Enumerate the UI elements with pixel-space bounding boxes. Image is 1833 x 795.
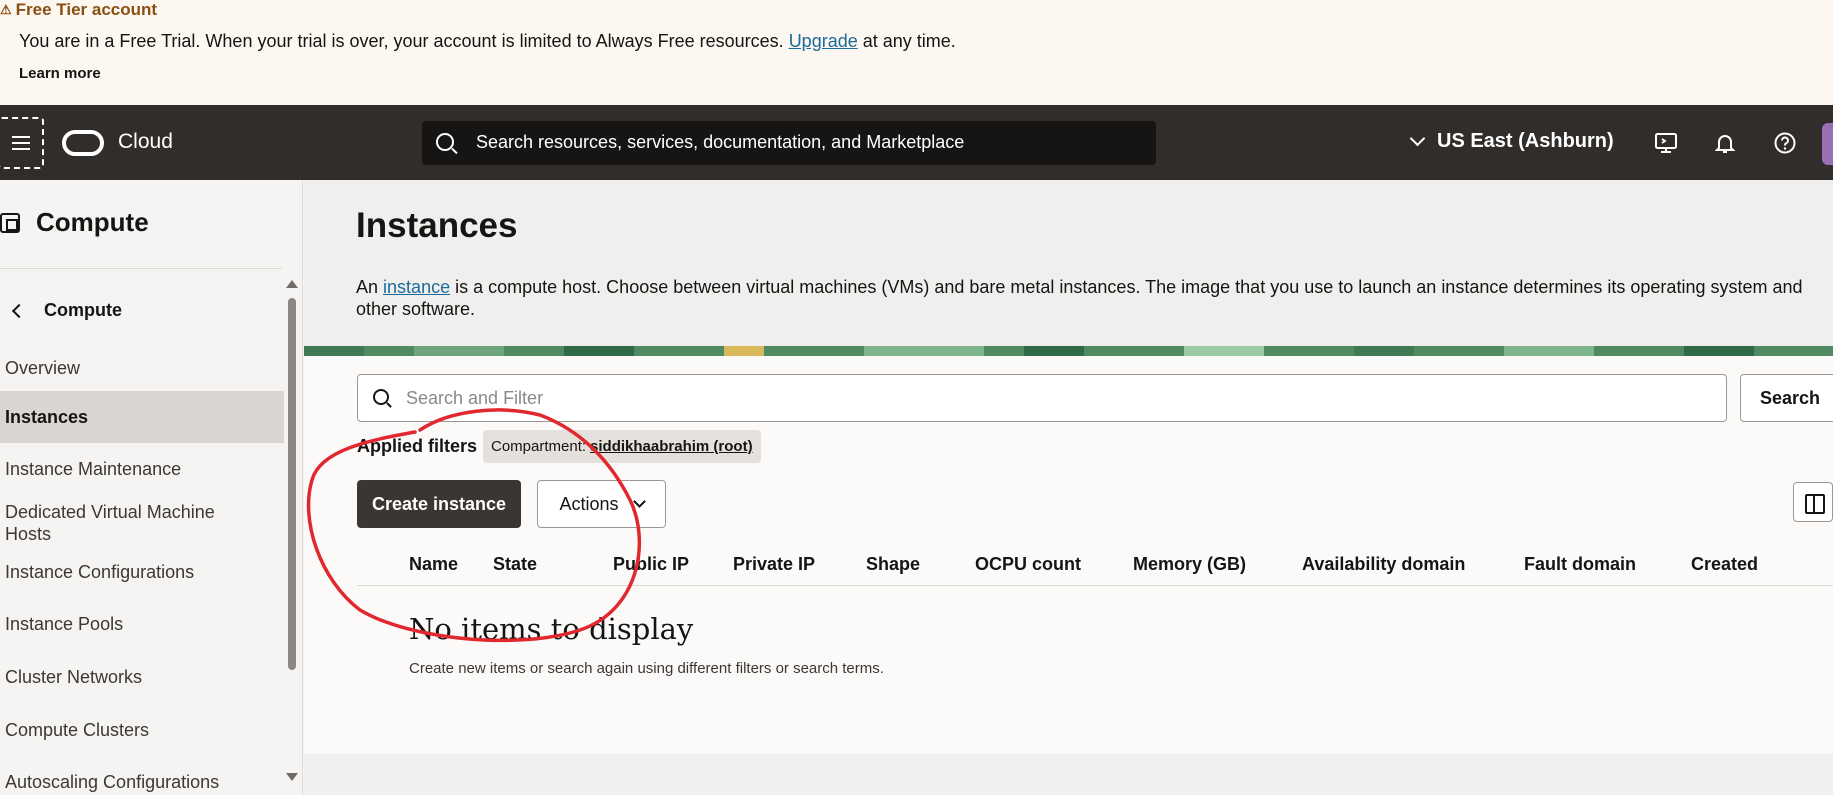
actions-menu-button[interactable]: Actions	[537, 480, 666, 528]
avatar[interactable]	[1822, 123, 1833, 165]
bell-icon[interactable]	[1711, 129, 1739, 157]
manage-columns-icon[interactable]	[1793, 482, 1833, 522]
free-tier-banner: ⚠ Free Tier account You are in a Free Tr…	[0, 0, 1833, 105]
instances-panel: Search and Filter Search Applied filters…	[304, 356, 1833, 754]
column-header-public-ip[interactable]: Public IP	[613, 554, 689, 575]
sidebar-item-instances[interactable]: Instances	[0, 391, 284, 443]
sidebar-title: Compute	[36, 207, 149, 237]
scroll-down-icon[interactable]	[286, 773, 298, 781]
filter-chip-value[interactable]: siddikhaabrahim (root)	[590, 438, 753, 455]
sidebar-item-overview[interactable]: Overview	[0, 354, 284, 382]
oracle-logo[interactable]	[62, 130, 104, 156]
sidebar: Compute Compute Overview Instances Insta…	[0, 180, 303, 795]
filter-placeholder: Search and Filter	[406, 388, 544, 408]
banner-message-text: You are in a Free Trial. When your trial…	[19, 31, 784, 51]
search-icon	[373, 389, 389, 405]
sidebar-item-instance-maintenance[interactable]: Instance Maintenance	[0, 455, 284, 483]
cloud-shell-icon[interactable]	[1652, 129, 1680, 157]
sidebar-back-link[interactable]: Compute	[11, 300, 122, 321]
sidebar-header: Compute	[0, 207, 149, 238]
global-search-placeholder: Search resources, services, documentatio…	[476, 132, 965, 152]
compartment-filter-chip[interactable]: Compartment: siddikhaabrahim (root)	[483, 430, 761, 463]
column-header-private-ip[interactable]: Private IP	[733, 554, 815, 575]
instance-link[interactable]: instance	[383, 277, 450, 297]
sidebar-item-autoscaling-configurations[interactable]: Autoscaling Configurations	[0, 768, 284, 795]
banner-title-text: Free Tier account	[15, 0, 158, 19]
scroll-up-icon[interactable]	[286, 280, 298, 288]
sidebar-item-instance-pools[interactable]: Instance Pools	[0, 610, 284, 638]
column-header-ocpu-count[interactable]: OCPU count	[975, 554, 1081, 575]
banner-message-tail: at any time.	[862, 31, 956, 51]
menu-icon	[12, 136, 30, 150]
search-icon	[436, 133, 454, 151]
column-header-shape[interactable]: Shape	[866, 554, 920, 575]
intro-text: An	[356, 277, 379, 297]
empty-state-subtitle: Create new items or search again using d…	[409, 660, 884, 677]
sidebar-back-label: Compute	[44, 300, 122, 320]
banner-title: ⚠ Free Tier account	[0, 0, 157, 20]
scrollbar-thumb[interactable]	[288, 298, 296, 670]
column-header-memory[interactable]: Memory (GB)	[1133, 554, 1246, 575]
search-button[interactable]: Search	[1740, 374, 1833, 422]
sidebar-item-compute-clusters[interactable]: Compute Clusters	[0, 716, 284, 744]
region-selector[interactable]: US East (Ashburn)	[1409, 130, 1614, 153]
compute-chip-icon	[0, 212, 20, 233]
main-content: Instances An instance is a compute host.…	[304, 180, 1833, 795]
column-header-created[interactable]: Created	[1691, 554, 1758, 575]
upgrade-link[interactable]: Upgrade	[789, 31, 858, 51]
sidebar-item-dedicated-vm-hosts[interactable]: Dedicated Virtual Machine Hosts	[0, 501, 240, 545]
learn-more-link[interactable]: Learn more	[19, 65, 101, 82]
brand-label[interactable]: Cloud	[118, 130, 173, 154]
help-icon[interactable]	[1771, 129, 1799, 157]
sidebar-scrollbar[interactable]	[284, 278, 300, 795]
applied-filters-label: Applied filters	[357, 436, 478, 456]
chevron-down-icon	[632, 495, 646, 508]
sidebar-item-cluster-networks[interactable]: Cluster Networks	[0, 663, 284, 691]
actions-label: Actions	[559, 493, 619, 514]
search-and-filter-input[interactable]: Search and Filter	[357, 374, 1727, 422]
menu-button[interactable]	[0, 117, 44, 169]
filter-chip-key: Compartment:	[491, 438, 587, 455]
top-navigation: Cloud Search resources, services, docume…	[0, 105, 1833, 180]
chevron-down-icon	[1409, 130, 1426, 147]
column-header-name[interactable]: Name	[409, 554, 458, 575]
sidebar-divider	[0, 268, 282, 269]
chevron-left-icon	[11, 303, 27, 318]
region-label: US East (Ashburn)	[1437, 130, 1614, 152]
page-title: Instances	[356, 206, 518, 245]
sidebar-item-instance-configurations[interactable]: Instance Configurations	[0, 558, 284, 586]
column-header-fault-domain[interactable]: Fault domain	[1524, 554, 1636, 575]
decorative-banner-strip	[304, 346, 1833, 356]
warning-icon: ⚠	[0, 2, 12, 17]
global-search-input[interactable]: Search resources, services, documentatio…	[422, 121, 1156, 165]
table-header: Name State Public IP Private IP Shape OC…	[357, 546, 1833, 586]
page-description: An instance is a compute host. Choose be…	[356, 276, 1831, 320]
empty-state-title: No items to display	[409, 612, 694, 646]
banner-message: You are in a Free Trial. When your trial…	[19, 31, 956, 52]
create-instance-button[interactable]: Create instance	[357, 480, 521, 528]
column-header-availability-domain[interactable]: Availability domain	[1302, 554, 1465, 575]
column-header-state[interactable]: State	[493, 554, 537, 575]
intro-text-tail: is a compute host. Choose between virtua…	[356, 277, 1803, 319]
